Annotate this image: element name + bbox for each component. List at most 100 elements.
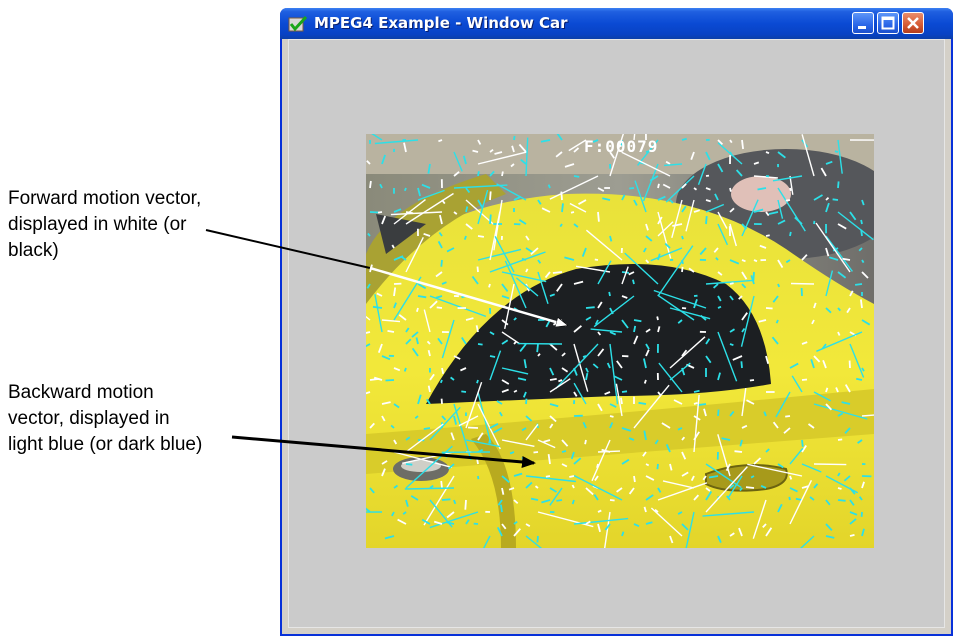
motion-vector <box>369 487 375 494</box>
motion-vector <box>654 439 659 445</box>
motion-vector <box>846 307 851 314</box>
motion-vector <box>740 295 755 347</box>
motion-vector <box>746 399 755 405</box>
motion-vector <box>729 343 734 347</box>
motion-vector <box>488 283 491 288</box>
motion-vector <box>397 518 407 525</box>
motion-vector <box>837 223 847 230</box>
motion-vector <box>643 430 647 441</box>
motion-vector <box>690 475 695 482</box>
motion-vector <box>705 151 711 161</box>
motion-vector <box>813 302 817 309</box>
motion-vector <box>585 367 589 373</box>
title-bar[interactable]: MPEG4 Example - Window Car <box>280 8 953 39</box>
motion-vector <box>366 315 371 321</box>
motion-vector <box>477 139 482 145</box>
motion-vector <box>501 523 507 530</box>
motion-vector <box>813 355 821 363</box>
motion-vector <box>822 359 827 369</box>
motion-vector <box>564 256 575 261</box>
forward-vector-annotation: Forward motion vector, displayed in whit… <box>8 188 202 261</box>
motion-vector <box>860 229 863 237</box>
motion-vector <box>717 434 731 477</box>
motion-vector <box>738 295 743 300</box>
motion-vector <box>476 379 479 384</box>
motion-vector <box>628 487 635 495</box>
motion-vector <box>752 271 755 281</box>
motion-vector <box>501 475 510 483</box>
close-button[interactable] <box>902 12 924 34</box>
motion-vector <box>537 511 594 528</box>
motion-vector <box>657 221 674 237</box>
motion-vector <box>592 363 599 369</box>
maximize-button[interactable] <box>877 12 899 34</box>
motion-vector <box>747 463 803 477</box>
motion-vector <box>632 279 635 285</box>
motion-vector <box>477 199 484 209</box>
motion-vector <box>760 484 767 489</box>
motion-vector <box>741 424 748 429</box>
backward-vector-annotation: Backward motion vector, displayed in lig… <box>8 382 203 455</box>
motion-vector <box>540 139 551 143</box>
motion-vector <box>489 211 501 261</box>
motion-vector <box>713 247 719 253</box>
motion-vector <box>753 259 758 263</box>
motion-vector <box>673 399 683 405</box>
motion-vector <box>825 160 833 165</box>
motion-vector <box>759 244 767 249</box>
motion-vector <box>777 503 783 513</box>
motion-vector <box>381 460 388 465</box>
motion-vector <box>813 403 868 420</box>
motion-vector <box>374 293 383 333</box>
motion-vector <box>571 499 575 505</box>
motion-vector <box>417 295 427 299</box>
motion-vector <box>791 375 803 393</box>
motion-vector <box>765 234 770 237</box>
motion-vector <box>825 307 832 314</box>
motion-vector <box>552 319 563 326</box>
motion-vector <box>555 151 563 158</box>
motion-vector <box>825 387 829 393</box>
motion-vector <box>650 247 683 262</box>
motion-vector <box>435 271 443 278</box>
motion-vector <box>453 151 463 172</box>
motion-vector <box>765 307 773 310</box>
motion-vector <box>645 259 650 264</box>
motion-vector <box>732 355 743 361</box>
motion-vector <box>597 348 605 357</box>
motion-vector <box>621 390 628 393</box>
motion-vector <box>717 305 722 309</box>
motion-vector <box>801 134 815 177</box>
motion-vector <box>381 468 386 477</box>
motion-vector <box>788 496 791 501</box>
motion-vector <box>556 283 563 292</box>
motion-vector <box>657 487 662 493</box>
motion-vector <box>717 295 722 302</box>
motion-vector <box>522 391 527 398</box>
motion-vector <box>549 487 557 493</box>
maximize-icon <box>881 16 895 30</box>
motion-vector <box>705 487 711 492</box>
motion-vector <box>789 187 792 192</box>
motion-vector <box>849 343 865 378</box>
minimize-button[interactable] <box>852 12 874 34</box>
motion-vector <box>501 367 529 375</box>
motion-vector <box>477 171 480 177</box>
motion-vector <box>693 209 700 213</box>
motion-vector <box>423 475 455 526</box>
motion-vector <box>439 214 443 225</box>
motion-vector <box>860 299 863 309</box>
motion-vector <box>645 223 649 231</box>
motion-vector <box>525 137 529 177</box>
motion-vector <box>633 325 637 333</box>
motion-vector <box>597 187 605 192</box>
motion-vector <box>496 400 503 405</box>
motion-vector <box>721 437 731 441</box>
motion-vector <box>415 337 419 345</box>
motion-vector <box>578 199 587 205</box>
motion-vector <box>549 175 599 200</box>
motion-vector <box>489 355 496 358</box>
motion-vector <box>662 183 671 189</box>
motion-vector <box>861 367 865 372</box>
close-icon <box>907 17 919 29</box>
